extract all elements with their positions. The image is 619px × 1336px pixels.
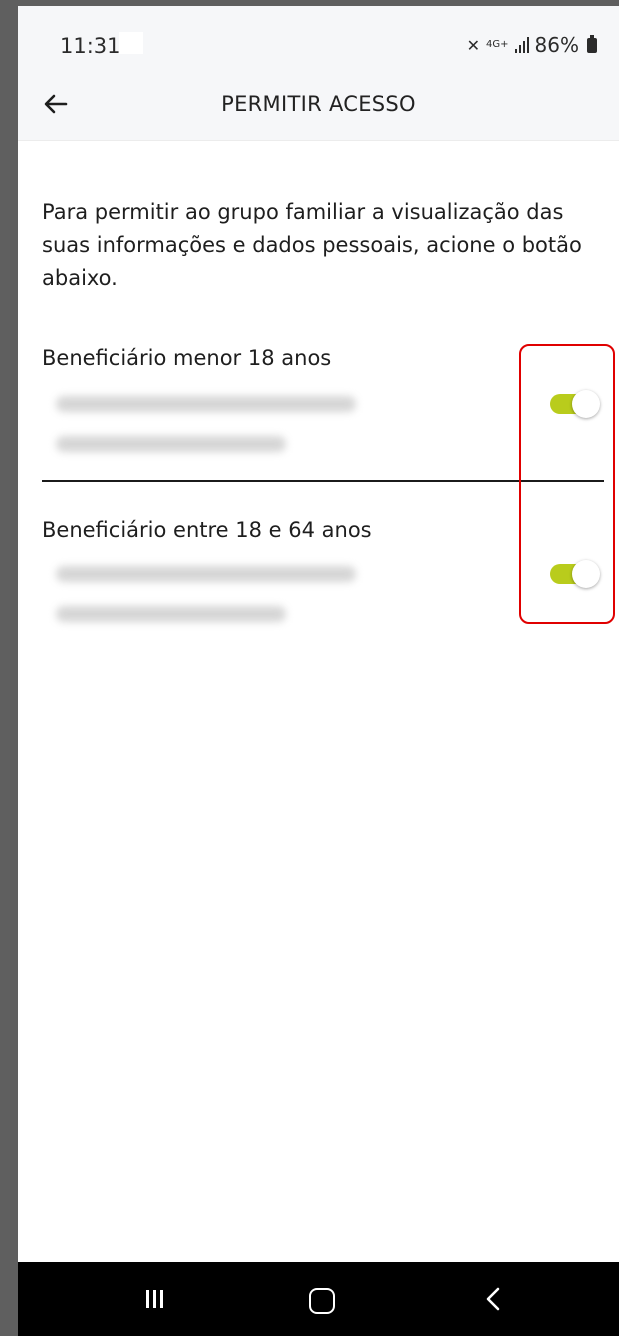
blurred-id (56, 606, 286, 622)
home-icon[interactable] (302, 1280, 342, 1318)
back-nav-icon[interactable] (474, 1280, 514, 1318)
app-bar: PERMITIR ACESSO (18, 72, 619, 141)
intro-text: Para permitir ao grupo familiar a visual… (42, 200, 582, 290)
blurred-id (56, 436, 286, 452)
status-icons: ✕ 4G+ 86% (467, 33, 597, 57)
status-notification-box (119, 32, 143, 54)
blurred-name (56, 396, 356, 412)
page-title: PERMITIR ACESSO (221, 92, 416, 116)
highlight-box (519, 344, 615, 624)
navigation-bar (18, 1262, 619, 1336)
network-label: 4G+ (486, 39, 509, 50)
screen: 11:31 ✕ 4G+ 86% PERMITIR ACESSO Para per… (18, 6, 619, 1336)
blurred-name (56, 566, 356, 582)
mute-icon: ✕ (466, 35, 481, 55)
battery-icon (587, 34, 597, 53)
device-frame: 11:31 ✕ 4G+ 86% PERMITIR ACESSO Para per… (0, 0, 619, 1336)
status-bar: 11:31 ✕ 4G+ 86% (18, 6, 619, 72)
recents-icon[interactable] (134, 1280, 174, 1318)
battery-percent: 86% (534, 33, 579, 57)
signal-icon (514, 37, 529, 53)
status-time: 11:31 (60, 34, 121, 58)
